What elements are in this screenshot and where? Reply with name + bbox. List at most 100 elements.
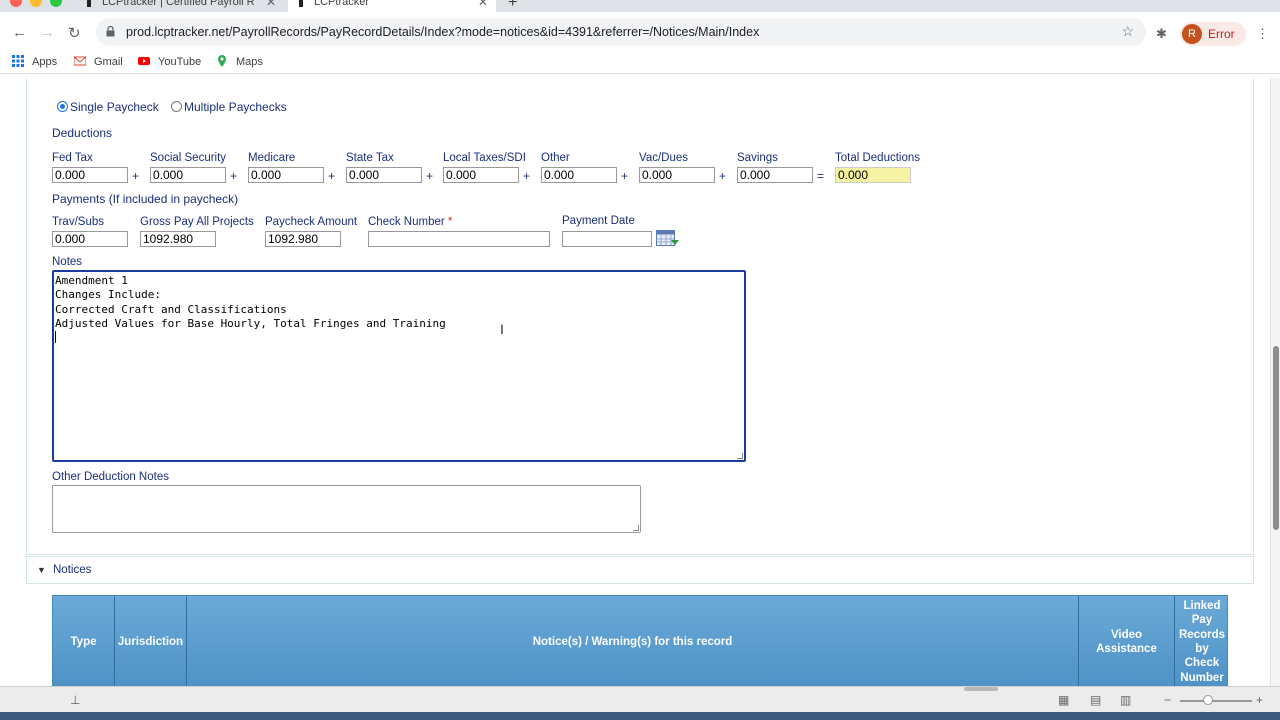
multiple-paychecks-radio[interactable]: Multiple Paychecks (171, 100, 287, 114)
radio-selected-indicator (57, 101, 68, 112)
avatar: R (1182, 24, 1202, 44)
browser-tab-strip: LCPtracker | Certified Payroll R ✕ LCPtr… (0, 0, 1280, 12)
zoom-slider-knob[interactable] (1203, 695, 1213, 705)
social-security-input[interactable] (150, 167, 226, 183)
ruler-icon[interactable]: ⊥ (70, 693, 80, 707)
dock-strip (0, 712, 1280, 720)
scrollbar-thumb[interactable] (1273, 346, 1279, 530)
lcptracker-favicon-icon (87, 0, 91, 7)
tab-title: LCPtracker | Certified Payroll R (102, 0, 255, 8)
calendar-picker-icon[interactable] (656, 230, 680, 247)
savings-input[interactable] (737, 167, 813, 183)
notes-label: Notes (52, 256, 83, 268)
social-security-label: Social Security (150, 152, 227, 164)
notes-textarea[interactable]: Amendment 1 Changes Include: Corrected C… (52, 270, 746, 462)
page-break-icon[interactable]: ▥ (1120, 693, 1131, 707)
tab-lcptracker-certified-payroll[interactable]: LCPtracker | Certified Payroll R ✕ (76, 0, 284, 12)
other-deduction-input[interactable] (541, 167, 617, 183)
bookmark-apps[interactable]: Apps (12, 55, 57, 68)
extensions-puzzle-icon[interactable]: ✱ (1156, 26, 1167, 42)
check-number-label: Check Number * (368, 216, 453, 228)
gross-pay-input[interactable] (140, 231, 216, 247)
minimize-window-icon[interactable] (30, 0, 42, 7)
notices-heading: Notices (53, 564, 92, 576)
single-paycheck-radio[interactable]: Single Paycheck (57, 100, 159, 114)
local-taxes-sdi-input[interactable] (443, 167, 519, 183)
plus-sign: + (426, 169, 434, 183)
address-bar[interactable]: prod.lcptracker.net/PayrollRecords/PayRe… (96, 18, 1146, 46)
equals-sign: = (817, 169, 825, 183)
paycheck-amount-input[interactable] (265, 231, 341, 247)
column-header-type[interactable]: Type (53, 596, 115, 686)
total-deductions-field (835, 167, 911, 183)
page-content: Single Paycheck Multiple Paychecks Deduc… (0, 78, 1270, 686)
plus-sign: + (132, 169, 140, 183)
state-tax-input[interactable] (346, 167, 422, 183)
back-arrow-icon[interactable]: ← (12, 24, 27, 41)
column-header-video-assistance[interactable]: Video Assistance (1079, 596, 1175, 686)
browser-menu-icon[interactable]: ⋮ (1256, 26, 1269, 42)
plus-sign: + (719, 169, 727, 183)
gmail-icon (74, 56, 86, 66)
forward-arrow-icon[interactable]: → (40, 24, 55, 41)
plus-sign: + (328, 169, 336, 183)
tab-title: LCPtracker (314, 0, 370, 8)
notes-line: Amendment 1 (55, 274, 128, 287)
notices-section-toggle[interactable]: ▼ Notices (26, 556, 1254, 584)
vertical-scrollbar[interactable] (1270, 78, 1280, 686)
plus-sign: + (230, 169, 238, 183)
new-tab-icon[interactable]: + (508, 0, 517, 12)
check-number-input[interactable] (368, 231, 550, 247)
payment-date-input[interactable] (562, 231, 652, 247)
fed-tax-input[interactable] (52, 167, 128, 183)
resize-handle[interactable] (737, 453, 743, 459)
profile-status-label: Error (1208, 27, 1235, 41)
url-text: prod.lcptracker.net/PayrollRecords/PayRe… (126, 25, 760, 39)
total-deductions-label: Total Deductions (835, 152, 921, 164)
savings-label: Savings (737, 152, 778, 164)
resize-handle[interactable] (633, 525, 639, 531)
bookmark-maps[interactable]: Maps (216, 55, 263, 68)
vac-dues-input[interactable] (639, 167, 715, 183)
medicare-input[interactable] (248, 167, 324, 183)
zoom-in-icon[interactable]: + (1256, 693, 1263, 707)
browser-toolbar: ← → ↻ prod.lcptracker.net/PayrollRecords… (0, 12, 1280, 52)
column-header-linked-pay-records[interactable]: Linked Pay Records by Check Number (1175, 596, 1229, 686)
lcptracker-favicon-icon (299, 0, 303, 7)
bookmark-youtube[interactable]: YouTube (138, 55, 201, 68)
maps-icon (218, 55, 226, 67)
lock-icon (106, 26, 115, 37)
gross-pay-label: Gross Pay All Projects (140, 216, 254, 228)
plus-sign: + (523, 169, 531, 183)
collapse-triangle-icon: ▼ (37, 565, 46, 575)
vac-dues-label: Vac/Dues (639, 152, 689, 164)
tab-lcptracker[interactable]: LCPtracker ✕ (288, 0, 496, 12)
notes-line: Changes Include: (55, 288, 161, 302)
column-header-notices[interactable]: Notice(s) / Warning(s) for this record (187, 596, 1079, 686)
medicare-label: Medicare (248, 152, 296, 164)
radio-indicator (171, 101, 182, 112)
bookmark-star-icon[interactable]: ☆ (1121, 23, 1134, 40)
zoom-out-icon[interactable]: − (1164, 693, 1171, 707)
maximize-window-icon[interactable] (50, 0, 62, 7)
profile-error-button[interactable]: R Error (1180, 22, 1246, 46)
other-deduction-notes-textarea[interactable] (52, 485, 641, 533)
column-header-jurisdiction[interactable]: Jurisdiction (115, 596, 187, 686)
notes-line: Adjusted Values for Base Hourly, Total F… (55, 316, 446, 330)
local-taxes-sdi-label: Local Taxes/SDI (443, 152, 526, 164)
trav-subs-input[interactable] (52, 231, 128, 247)
bookmark-gmail[interactable]: Gmail (74, 55, 123, 68)
close-tab-icon[interactable]: ✕ (266, 0, 276, 10)
grid-view-icon[interactable]: ▦ (1058, 693, 1069, 707)
page-layout-icon[interactable]: ▤ (1090, 693, 1101, 707)
text-caret (55, 331, 743, 345)
fed-tax-label: Fed Tax (52, 152, 93, 164)
required-asterisk: * (447, 216, 453, 228)
horizontal-scrollbar-thumb[interactable] (964, 687, 998, 691)
close-tab-icon[interactable]: ✕ (478, 0, 488, 10)
close-window-icon[interactable] (10, 0, 22, 7)
notes-line: Corrected Craft and Classifications (55, 302, 287, 316)
paycheck-amount-label: Paycheck Amount (265, 216, 358, 228)
reload-icon[interactable]: ↻ (68, 24, 81, 42)
zoom-slider[interactable] (1180, 700, 1252, 702)
